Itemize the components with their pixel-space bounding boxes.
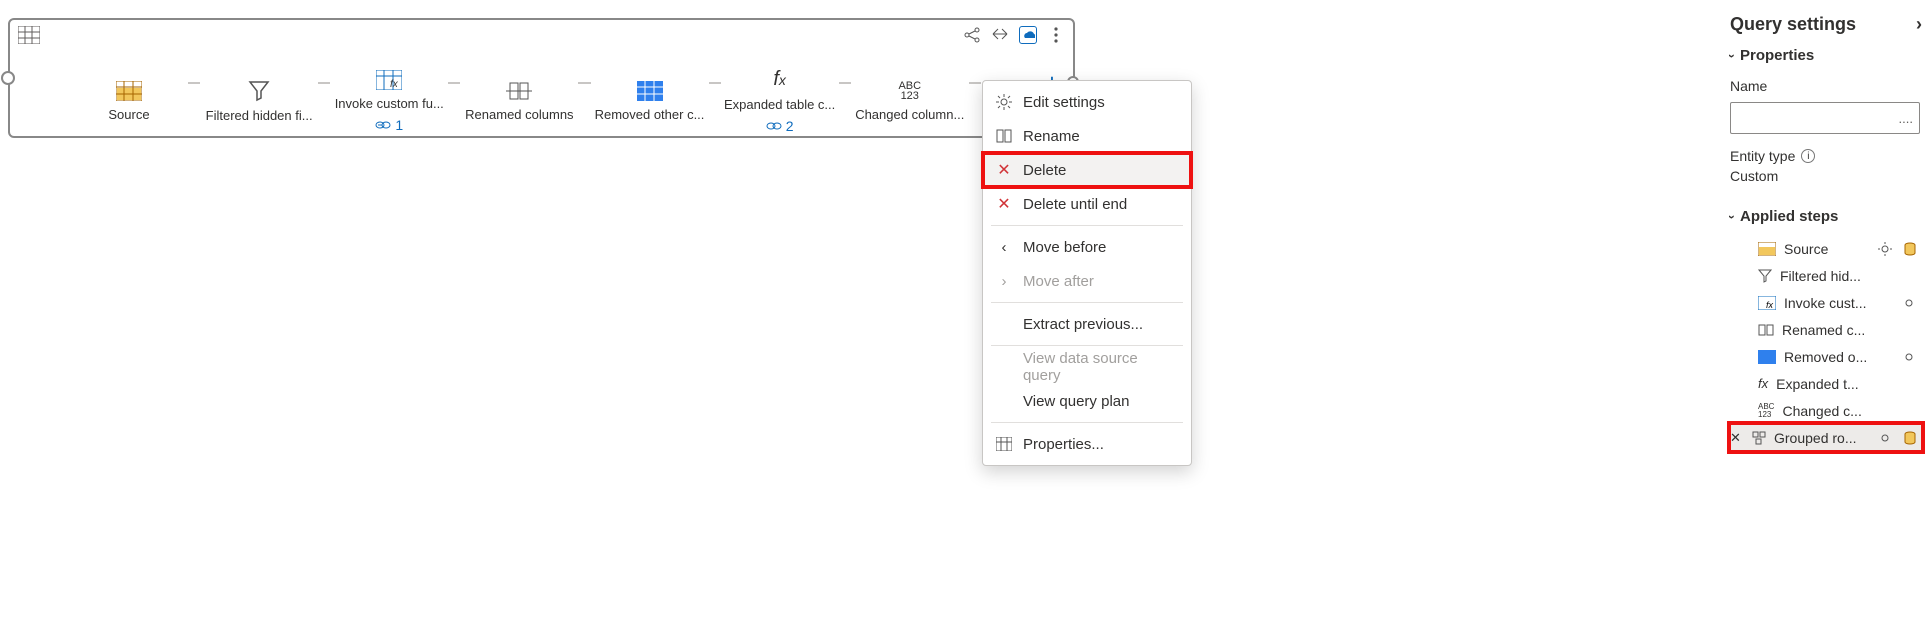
entity-type-value: Custom — [1730, 168, 1922, 184]
ctx-extract-previous[interactable]: Extract previous... — [983, 307, 1191, 341]
gear-icon[interactable] — [1878, 431, 1896, 445]
step-changed[interactable]: ABC123 Changed column... — [847, 81, 973, 122]
abc123-icon: ABC123 — [1758, 403, 1774, 419]
table-orange-icon — [116, 81, 142, 101]
applied-step-grouped[interactable]: ✕ Grouped ro... — [1730, 424, 1922, 451]
ctx-move-before[interactable]: ‹Move before — [983, 230, 1191, 264]
fx-icon: fx — [1758, 376, 1768, 391]
chevron-right-icon: › — [995, 273, 1013, 290]
table-blue-icon — [637, 81, 663, 101]
separator — [991, 345, 1183, 346]
collapse-icon[interactable] — [991, 26, 1009, 44]
entity-type-label: Entity typei — [1730, 148, 1922, 164]
table-icon — [995, 437, 1013, 451]
ctx-edit-settings[interactable]: Edit settings — [983, 85, 1191, 119]
ctx-rename[interactable]: Rename — [983, 119, 1191, 153]
chevron-right-icon[interactable]: › — [1916, 14, 1922, 35]
x-icon[interactable]: ✕ — [1730, 430, 1744, 446]
diagram-panel: Source Filtered hidden fi... fx Invoke c… — [8, 18, 1075, 138]
svg-text:fx: fx — [1766, 300, 1774, 310]
info-icon[interactable]: i — [1801, 149, 1815, 163]
table-orange-icon — [1758, 242, 1776, 256]
step-context-menu: Edit settings Rename ✕Delete ✕Delete unt… — [982, 80, 1192, 466]
name-label: Name — [1730, 78, 1922, 94]
query-settings-pane: Query settings › ›Properties Name .... E… — [1718, 0, 1930, 627]
database-icon — [1904, 242, 1920, 256]
ctx-delete[interactable]: ✕Delete — [983, 153, 1191, 187]
gear-icon — [995, 94, 1013, 110]
gear-icon[interactable] — [1902, 296, 1920, 310]
step-caption: Invoke custom fu... — [335, 96, 444, 111]
fx-table-icon: fx — [1758, 296, 1776, 310]
chevron-down-icon: › — [1725, 215, 1739, 219]
applied-step-changed[interactable]: ABC123Changed c... — [1730, 397, 1922, 424]
settings-title: Query settings › — [1730, 14, 1922, 35]
ctx-move-after: ›Move after — [983, 264, 1191, 298]
abc123-icon: ABC123 — [898, 81, 921, 101]
step-expanded[interactable]: fx Expanded table c... 2 — [717, 68, 843, 134]
fx-table-icon: fx — [376, 70, 402, 90]
separator — [991, 302, 1183, 303]
ctx-properties[interactable]: Properties... — [983, 427, 1191, 461]
fx-icon: fx — [773, 68, 786, 91]
rename-col-icon — [995, 129, 1013, 143]
step-filtered[interactable]: Filtered hidden fi... — [196, 80, 322, 123]
diagram-handle-left[interactable] — [1, 71, 15, 85]
ctx-view-query-plan[interactable]: View query plan — [983, 384, 1191, 418]
applied-step-invoke[interactable]: fxInvoke cust... — [1730, 289, 1922, 316]
x-icon: ✕ — [995, 194, 1013, 214]
step-caption: Expanded table c... — [724, 97, 835, 112]
gear-icon[interactable] — [1902, 350, 1920, 364]
applied-step-removed[interactable]: Removed o... — [1730, 343, 1922, 370]
gear-icon[interactable] — [1878, 242, 1896, 256]
group-icon — [1752, 431, 1766, 445]
x-icon: ✕ — [995, 160, 1013, 180]
separator — [991, 422, 1183, 423]
applied-steps-header[interactable]: ›Applied steps — [1730, 208, 1922, 225]
table-blue-icon — [1758, 350, 1776, 364]
funnel-icon — [1758, 269, 1772, 283]
svg-text:fx: fx — [390, 79, 399, 90]
chevron-left-icon: ‹ — [995, 239, 1013, 256]
cloud-icon[interactable] — [1019, 26, 1037, 44]
rename-col-icon — [1758, 324, 1774, 336]
diagram-top-icons — [963, 26, 1065, 44]
step-caption: Source — [108, 107, 149, 122]
step-renamed[interactable]: Renamed columns — [456, 81, 582, 122]
rename-col-icon — [506, 81, 532, 101]
ctx-view-source-query: View data source query — [983, 350, 1191, 384]
step-caption: Removed other c... — [595, 107, 705, 122]
separator — [991, 225, 1183, 226]
applied-step-source[interactable]: Source — [1730, 235, 1922, 262]
name-input[interactable]: .... — [1730, 102, 1920, 134]
query-table-icon[interactable] — [18, 26, 40, 44]
database-icon — [1904, 431, 1920, 445]
link-badge[interactable]: 2 — [766, 118, 794, 134]
properties-header[interactable]: ›Properties — [1730, 47, 1922, 64]
step-source[interactable]: Source — [66, 81, 192, 122]
steps-flow: Source Filtered hidden fi... fx Invoke c… — [66, 68, 1063, 134]
applied-step-expanded[interactable]: fxExpanded t... — [1730, 370, 1922, 397]
applied-step-renamed[interactable]: Renamed c... — [1730, 316, 1922, 343]
chevron-down-icon: › — [1725, 54, 1739, 58]
step-caption: Filtered hidden fi... — [206, 108, 313, 123]
step-caption: Renamed columns — [465, 107, 573, 122]
ctx-delete-until-end[interactable]: ✕Delete until end — [983, 187, 1191, 221]
step-removed[interactable]: Removed other c... — [587, 81, 713, 122]
kebab-icon[interactable] — [1047, 26, 1065, 44]
link-badge[interactable]: 1 — [375, 117, 403, 133]
applied-steps-list: Source Filtered hid... fxInvoke cust... … — [1730, 235, 1922, 451]
applied-step-filtered[interactable]: Filtered hid... — [1730, 262, 1922, 289]
step-caption: Changed column... — [855, 107, 964, 122]
step-invoke[interactable]: fx Invoke custom fu... 1 — [326, 70, 452, 133]
funnel-icon — [248, 80, 270, 102]
share-icon[interactable] — [963, 26, 981, 44]
